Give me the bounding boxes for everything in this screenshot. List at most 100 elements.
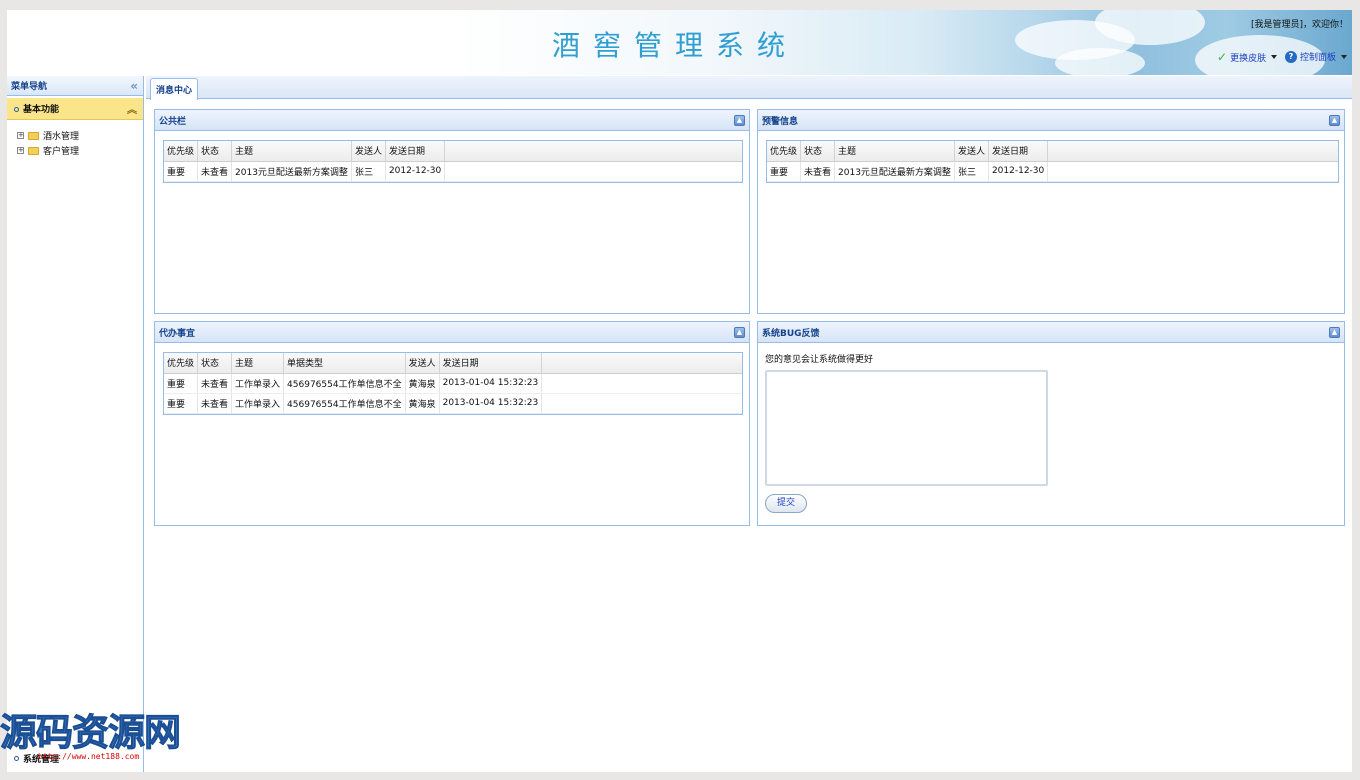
chevron-up-icon[interactable]: ︽ <box>127 101 137 116</box>
column-header[interactable]: 单据类型 <box>283 353 406 374</box>
cell-sender: 张三 <box>351 161 386 182</box>
collapse-panel-icon[interactable]: ▲ <box>1329 326 1340 338</box>
panel-title: 公共栏 <box>159 116 187 127</box>
cell-filler <box>444 161 742 182</box>
tab-message-center[interactable]: 消息中心 <box>150 78 199 100</box>
cell-status: 未查看 <box>800 161 836 182</box>
table-row[interactable]: 重要 未查看 工作单录入 456976554工作单信息不全 黄海泉 2013-0… <box>164 393 742 414</box>
cell-priority: 重要 <box>164 373 199 394</box>
tab-bar: 消息中心 <box>146 76 1352 100</box>
cell-date: 2013-01-04 15:32:23 <box>439 373 543 394</box>
folder-icon <box>28 146 39 155</box>
panel-header: 公共栏 ▲ <box>155 110 749 131</box>
grid-header-row: 优先级 状态 主题 单据类型 发送人 发送日期 <box>164 353 742 374</box>
feedback-textarea[interactable] <box>765 370 1048 486</box>
caret-down-icon <box>1271 55 1278 59</box>
column-header[interactable]: 优先级 <box>767 141 802 162</box>
collapse-panel-icon[interactable]: ▲ <box>1329 114 1340 126</box>
tree-item-label: 酒水管理 <box>43 132 80 142</box>
control-panel-menu[interactable]: ? 控制面板 <box>1285 50 1348 63</box>
tree-item-wine[interactable]: + 酒水管理 <box>17 128 143 143</box>
collapse-panel-icon[interactable]: ▲ <box>734 326 745 338</box>
column-header[interactable]: 发送日期 <box>385 141 446 162</box>
cell-date: 2012-12-30 <box>988 161 1049 182</box>
app-title: 酒窖管理系统 <box>552 29 799 62</box>
app-window: 酒窖管理系统 [我是管理员]，欢迎你！ ✓ 更换皮肤 ? 控制面板 菜单导航 «… <box>7 10 1352 772</box>
bullet-icon <box>14 755 19 761</box>
table-row[interactable]: 重要 未查看 2013元旦配送最新方案调整 张三 2012-12-30 <box>767 161 1338 182</box>
accordion-title: 基本功能 <box>23 105 60 115</box>
user-greeting: [我是管理员]，欢迎你！ <box>1250 20 1348 30</box>
cell-status: 未查看 <box>197 393 233 414</box>
cell-status: 未查看 <box>197 161 233 182</box>
table-row[interactable]: 重要 未查看 2013元旦配送最新方案调整 张三 2012-12-30 <box>164 161 742 182</box>
sidebar-title: 菜单导航 <box>11 82 48 92</box>
cell-doc-type: 456976554工作单信息不全 <box>283 373 406 394</box>
accordion-basic-functions[interactable]: 基本功能 ︽ <box>7 98 143 120</box>
watermark-url: http://www.net188.com <box>38 752 140 761</box>
cell-subject: 工作单录入 <box>231 393 285 414</box>
panel-header: 预警信息 ▲ <box>758 110 1344 131</box>
cell-priority: 重要 <box>164 393 199 414</box>
sidebar: 菜单导航 « 基本功能 ︽ + 酒水管理 + 客户管理 系统管理 <box>7 76 144 772</box>
folder-icon <box>28 131 39 140</box>
bulletin-grid: 优先级 状态 主题 发送人 发送日期 重要 未查看 2013元旦配送最新方案调整… <box>163 140 743 183</box>
column-header[interactable]: 优先级 <box>164 141 199 162</box>
cell-date: 2013-01-04 15:32:23 <box>439 393 543 414</box>
panel-header: 代办事宜 ▲ <box>155 322 749 343</box>
tree-item-customer[interactable]: + 客户管理 <box>17 143 143 158</box>
cell-subject: 2013元旦配送最新方案调整 <box>834 161 955 182</box>
column-filler <box>444 141 742 162</box>
panel-title: 代办事宜 <box>159 328 196 339</box>
cell-doc-type: 456976554工作单信息不全 <box>283 393 406 414</box>
collapse-left-icon[interactable]: « <box>130 79 138 93</box>
warning-grid: 优先级 状态 主题 发送人 发送日期 重要 未查看 2013元旦配送最新方案调整… <box>766 140 1339 183</box>
column-header[interactable]: 发送人 <box>351 141 386 162</box>
collapse-panel-icon[interactable]: ▲ <box>734 114 745 126</box>
cell-subject: 工作单录入 <box>231 373 285 394</box>
grid-header-row: 优先级 状态 主题 发送人 发送日期 <box>767 141 1338 162</box>
column-filler <box>541 353 742 374</box>
cell-date: 2012-12-30 <box>385 161 446 182</box>
column-filler <box>1047 141 1338 162</box>
change-skin-label: 更换皮肤 <box>1230 53 1267 64</box>
expand-plus-icon[interactable]: + <box>17 132 24 139</box>
tree-item-label: 客户管理 <box>43 147 80 157</box>
change-skin-menu[interactable]: ✓ 更换皮肤 <box>1217 50 1278 64</box>
column-header[interactable]: 发送人 <box>405 353 440 374</box>
column-header[interactable]: 发送日期 <box>988 141 1049 162</box>
warning-panel: 预警信息 ▲ 优先级 状态 主题 发送人 发送日期 重要 未查看 2013元旦配… <box>757 109 1345 314</box>
cell-subject: 2013元旦配送最新方案调整 <box>231 161 352 182</box>
submit-button[interactable]: 提交 <box>765 494 807 513</box>
column-header[interactable]: 优先级 <box>164 353 199 374</box>
column-header[interactable]: 状态 <box>197 141 233 162</box>
cell-filler <box>541 393 742 414</box>
column-header[interactable]: 主题 <box>834 141 955 162</box>
menu-tree: + 酒水管理 + 客户管理 <box>7 120 143 158</box>
caret-down-icon <box>1341 54 1348 59</box>
panel-header: 系统BUG反馈 ▲ <box>758 322 1344 343</box>
cell-sender: 黄海泉 <box>405 393 440 414</box>
watermark-logo: 源码资源网 <box>0 711 182 755</box>
expand-plus-icon[interactable]: + <box>17 147 24 154</box>
column-header[interactable]: 主题 <box>231 141 352 162</box>
bullet-icon <box>14 107 19 112</box>
feedback-panel: 系统BUG反馈 ▲ 您的意见会让系统做得更好 提交 <box>757 321 1345 526</box>
column-header[interactable]: 状态 <box>800 141 836 162</box>
check-icon: ✓ <box>1217 50 1228 64</box>
cell-filler <box>541 373 742 394</box>
table-row[interactable]: 重要 未查看 工作单录入 456976554工作单信息不全 黄海泉 2013-0… <box>164 373 742 394</box>
bulletin-panel: 公共栏 ▲ 优先级 状态 主题 发送人 发送日期 重要 未查看 2013元旦配送… <box>154 109 750 314</box>
todo-panel: 代办事宜 ▲ 优先级 状态 主题 单据类型 发送人 发送日期 重要 未查看 工作… <box>154 321 750 526</box>
column-header[interactable]: 主题 <box>231 353 285 374</box>
column-header[interactable]: 状态 <box>197 353 233 374</box>
cell-status: 未查看 <box>197 373 233 394</box>
cell-priority: 重要 <box>767 161 802 182</box>
main-content: 消息中心 公共栏 ▲ 优先级 状态 主题 发送人 发送日期 重要 未查看 201… <box>146 76 1352 772</box>
header-banner: 酒窖管理系统 [我是管理员]，欢迎你！ ✓ 更换皮肤 ? 控制面板 <box>7 10 1352 75</box>
grid-header-row: 优先级 状态 主题 发送人 发送日期 <box>164 141 742 162</box>
panel-title: 系统BUG反馈 <box>762 328 820 339</box>
column-header[interactable]: 发送人 <box>954 141 989 162</box>
column-header[interactable]: 发送日期 <box>439 353 543 374</box>
cell-sender: 黄海泉 <box>405 373 440 394</box>
